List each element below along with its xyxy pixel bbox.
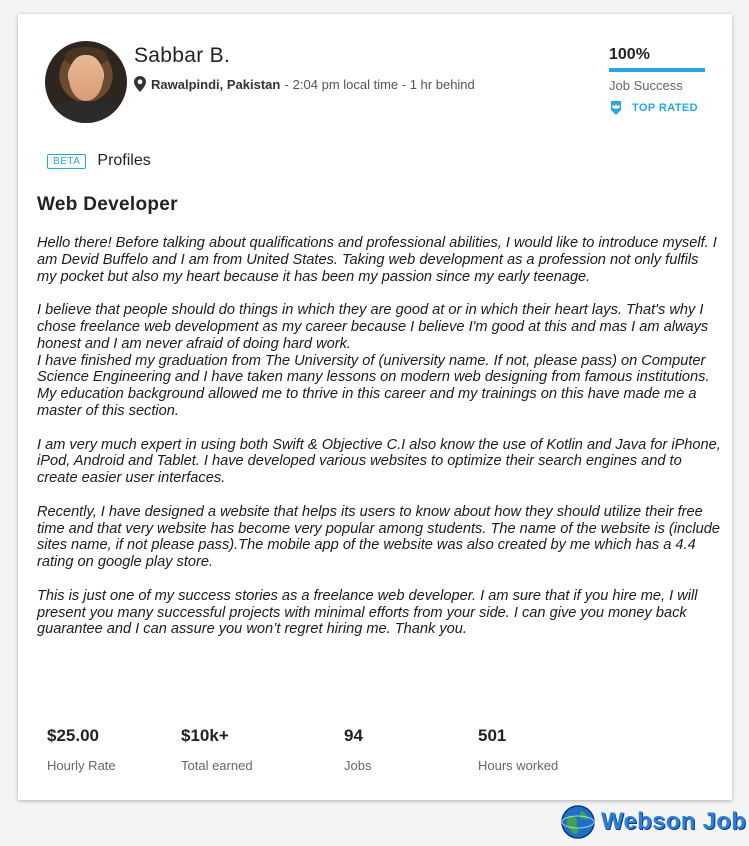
- stat-hours-worked: 501 Hours worked: [478, 726, 608, 776]
- stat-hourly-rate: $25.00 Hourly Rate: [47, 726, 181, 776]
- stat-value: $25.00: [47, 726, 99, 745]
- stat-value: 501: [478, 726, 507, 745]
- globe-icon: [561, 805, 595, 839]
- local-time: 2:04 pm local time - 1 hr behind: [292, 76, 475, 92]
- stats-row: $25.00 Hourly Rate $10k+ Total earned 94…: [47, 726, 608, 776]
- avatar[interactable]: [45, 41, 127, 123]
- location-pin-icon: [134, 76, 146, 92]
- job-success-label: Job Success: [609, 78, 683, 93]
- webson-job-watermark: Webson Job: [561, 805, 746, 839]
- stat-jobs: 94 Jobs: [344, 726, 478, 776]
- profiles-label[interactable]: Profiles: [97, 152, 150, 170]
- profiles-section-header: BETA Profiles: [47, 152, 151, 170]
- job-title: Web Developer: [37, 194, 178, 215]
- location-separator: -: [284, 76, 289, 92]
- beta-badge: BETA: [47, 153, 87, 169]
- top-rated-icon: [611, 101, 621, 115]
- top-rated-label: TOP RATED: [632, 102, 698, 114]
- stat-label: Total earned: [181, 758, 253, 773]
- freelancer-name: Sabbar B.: [134, 44, 231, 67]
- stat-total-earned: $10k+ Total earned: [181, 726, 344, 776]
- stat-value: 94: [344, 726, 363, 745]
- stat-label: Hours worked: [478, 758, 559, 773]
- freelancer-profile-card: Sabbar B. Rawalpindi, Pakistan - 2:04 pm…: [18, 14, 732, 800]
- job-success-bar: [609, 68, 705, 72]
- location-city: Rawalpindi, Pakistan: [151, 76, 281, 92]
- job-success-bar-fill: [609, 68, 705, 72]
- profile-description: Hello there! Before talking about qualif…: [37, 235, 721, 638]
- job-success-percent: 100%: [609, 46, 650, 63]
- job-success-panel: 100% Job Success TOP RATED: [609, 46, 705, 115]
- top-rated-badge[interactable]: TOP RATED: [609, 101, 705, 115]
- stat-label: Hourly Rate: [47, 758, 116, 773]
- location-row: Rawalpindi, Pakistan - 2:04 pm local tim…: [134, 76, 475, 92]
- watermark-text: Webson Job: [601, 808, 747, 835]
- stat-label: Jobs: [344, 758, 372, 773]
- stat-value: $10k+: [181, 726, 229, 745]
